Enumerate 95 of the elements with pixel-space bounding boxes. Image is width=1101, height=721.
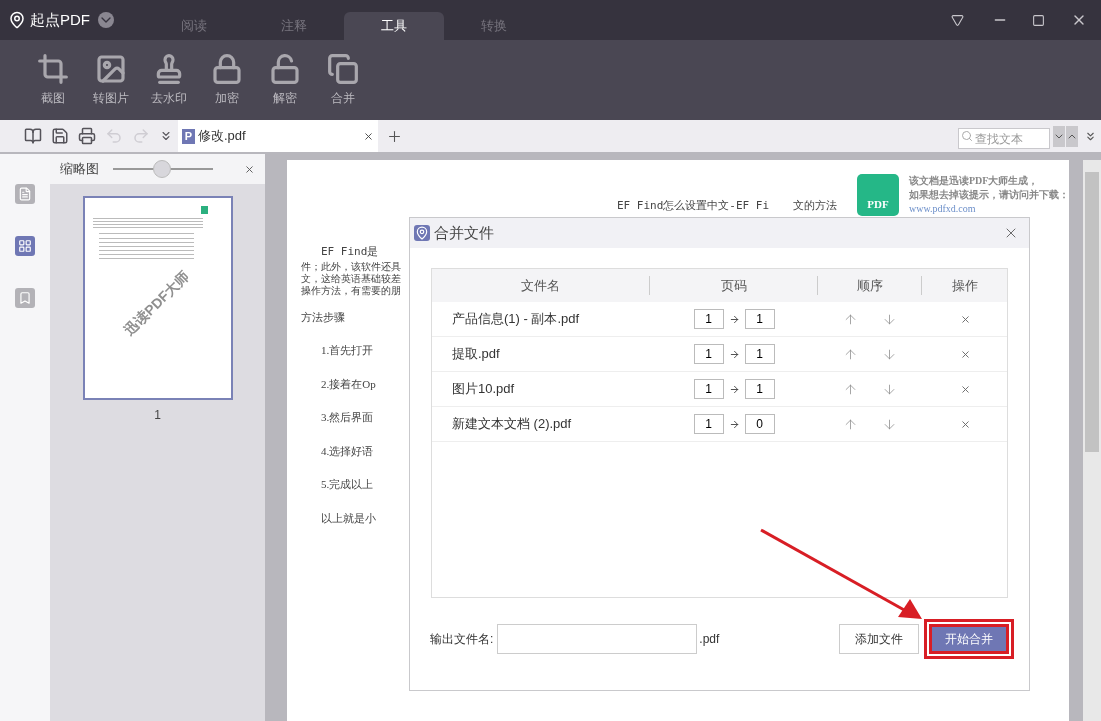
step-text: 1.首先打开 <box>321 343 374 358</box>
column-header: 顺序 <box>818 275 922 296</box>
step-text: 3.然后界面 <box>321 410 374 425</box>
search-icon <box>961 129 973 142</box>
column-header: 操作 <box>951 276 979 295</box>
move-down-icon[interactable] <box>882 416 897 432</box>
save-icon[interactable] <box>51 127 69 145</box>
move-up-icon[interactable] <box>843 346 858 362</box>
side-rail-item[interactable] <box>15 236 35 256</box>
merge-icon <box>326 53 359 85</box>
close-icon[interactable] <box>244 163 255 175</box>
print-icon[interactable] <box>78 127 96 145</box>
bookmarks-icon <box>18 291 32 305</box>
panel-title: 缩略图 <box>60 160 99 179</box>
pdf-badge: P <box>182 128 195 144</box>
file-name: 提取.pdf <box>451 345 501 364</box>
app-menu-icon[interactable] <box>98 12 114 28</box>
thumbnails-icon <box>18 239 32 253</box>
file-tab[interactable]: P 修改.pdf <box>178 120 378 152</box>
arrow-icon <box>728 418 740 430</box>
step-text: 2.接着在Op <box>321 376 376 392</box>
app-name: 起点PDF <box>30 9 90 30</box>
file-name: 新建文本文档 (2).pdf <box>451 415 573 434</box>
paragraph-text: 件；此外，该软件还具 <box>301 260 401 273</box>
arrow-icon <box>728 348 740 360</box>
tool-button[interactable]: 合并 <box>320 53 365 107</box>
remove-icon[interactable] <box>959 383 971 395</box>
add-file-button[interactable]: 添加文件 <box>839 624 919 654</box>
tool-button[interactable]: 加密 <box>204 53 249 107</box>
side-rail-item[interactable] <box>15 184 35 204</box>
page-from-field[interactable]: 1 <box>693 379 724 399</box>
scrollbar[interactable] <box>1083 160 1101 721</box>
page-to-field[interactable]: 1 <box>744 309 775 329</box>
step-text: 4.选择好语 <box>321 443 374 459</box>
paragraph-text: 操作方法，有需要的朋 <box>301 284 401 297</box>
column-header: 文件名 <box>432 275 650 296</box>
tool-button[interactable]: 解密 <box>262 53 307 107</box>
arrow-icon <box>728 383 740 395</box>
tool-button[interactable]: 转图片 <box>88 53 133 107</box>
image-icon <box>94 53 127 85</box>
move-down-icon[interactable] <box>882 311 897 327</box>
tool-button[interactable]: 去水印 <box>146 53 191 107</box>
move-down-icon[interactable] <box>882 381 897 397</box>
page-to-field[interactable]: 1 <box>744 344 775 364</box>
page-from-field[interactable]: 1 <box>693 344 724 364</box>
dropdown-icon[interactable] <box>951 13 964 27</box>
page-number: 1 <box>154 407 161 424</box>
notice-text: 该文档是迅读PDF大师生成， <box>909 174 1039 188</box>
next-result-icon[interactable] <box>1053 125 1065 147</box>
file-tab-name: 修改.pdf <box>198 127 246 146</box>
page-from-field[interactable]: 1 <box>693 414 724 434</box>
notice-text: 如果想去掉该提示，请访问并下载： <box>909 188 1069 202</box>
outline-icon <box>18 187 32 201</box>
book-icon[interactable] <box>24 127 42 145</box>
step-text: 5.完成以上 <box>321 477 374 492</box>
file-name: 产品信息(1) - 副本.pdf <box>451 310 581 329</box>
page-from-field[interactable]: 1 <box>693 309 724 329</box>
arrow-icon <box>728 313 740 325</box>
file-name: 图片10.pdf <box>451 380 516 399</box>
move-up-icon[interactable] <box>843 381 858 397</box>
menu-tab[interactable]: 工具 <box>344 12 444 40</box>
unlock-icon <box>268 53 301 85</box>
lock-icon <box>210 53 243 85</box>
app-logo-icon <box>8 11 26 29</box>
section-heading: 方法步骤 <box>301 309 345 325</box>
maximize-icon[interactable] <box>1032 13 1045 27</box>
paragraph-text: 以上就是小 <box>321 510 376 526</box>
move-down-icon[interactable] <box>882 346 897 362</box>
document-title: 文的方法 <box>793 198 838 214</box>
output-label: 输出文件名: <box>430 631 494 648</box>
page-to-field[interactable]: 0 <box>744 414 775 434</box>
previous-result-icon[interactable] <box>1066 125 1078 147</box>
search-field[interactable]: 查找文本 <box>958 128 1050 149</box>
tool-button[interactable]: 截图 <box>30 53 75 107</box>
slider-thumb[interactable] <box>153 160 171 178</box>
pdf-logo: PDF <box>857 174 899 216</box>
close-icon[interactable] <box>363 130 374 142</box>
document-title: EF Find怎么设置中文-EF Fi <box>617 198 770 214</box>
column-header: 页码 <box>650 275 818 296</box>
app-logo-icon <box>414 225 430 241</box>
zoom-slider[interactable] <box>113 159 213 179</box>
more-icon[interactable] <box>159 129 173 143</box>
output-name-field[interactable] <box>497 624 698 654</box>
pdf-suffix: .pdf <box>699 631 720 648</box>
page-to-field[interactable]: 1 <box>744 379 775 399</box>
remove-icon[interactable] <box>959 418 971 430</box>
crop-icon <box>36 53 69 85</box>
paragraph-text: EF Find是 <box>321 244 379 260</box>
remove-icon[interactable] <box>959 313 971 325</box>
paragraph-text: 文，这给英语基础较差 <box>301 272 401 285</box>
move-up-icon[interactable] <box>843 311 858 327</box>
dialog-title: 合并文件 <box>434 222 494 243</box>
move-up-icon[interactable] <box>843 416 858 432</box>
notice-text: www.pdfxd.com <box>909 202 976 216</box>
remove-icon[interactable] <box>959 348 971 360</box>
